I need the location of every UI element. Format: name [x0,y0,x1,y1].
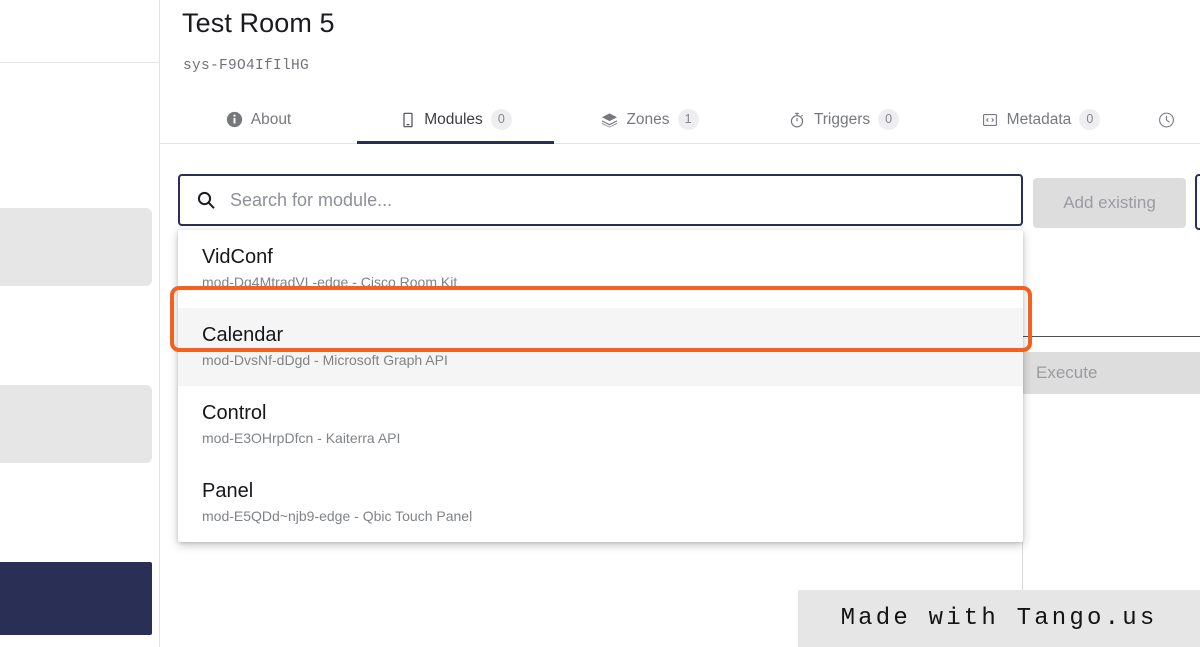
tablet-icon [399,111,416,128]
tab-metadata[interactable]: Metadata 0 [942,96,1140,144]
tab-label: About [250,110,292,128]
tab-badge: 1 [677,109,699,130]
info-icon [226,111,243,128]
tango-watermark-text: Made with Tango.us [840,605,1158,632]
tab-badge: 0 [1079,109,1101,130]
search-icon [196,190,216,210]
module-id: mod-E3OHrpDfcn - Kaiterra API [202,430,401,446]
history-icon [1158,111,1175,128]
add-existing-button[interactable]: Add existing [1033,178,1186,228]
execute-button[interactable]: Execute [1018,352,1200,394]
module-name: Panel [202,480,254,502]
tab-badge: 0 [878,109,900,130]
tab-triggers[interactable]: Triggers 0 [746,96,942,144]
left-sidebar [0,0,160,647]
app-root: Test Room 5 sys-F9O4IfIlHG About Modules… [0,0,1200,647]
tab-label: Triggers [813,110,871,128]
module-id: mod-Dq4MtradVL-edge - Cisco Room Kit [202,274,458,290]
list-item[interactable]: Control mod-E3OHrpDfcn - Kaiterra API [178,386,1023,464]
sidebar-divider [0,62,160,63]
system-id-text: sys-F9O4IfIlHG [183,58,310,74]
layers-icon [601,111,618,128]
tab-label: Metadata [1006,110,1072,128]
new-module-button-clipped[interactable] [1195,174,1200,230]
module-name: Calendar [202,324,284,346]
list-item[interactable]: VidConf mod-Dq4MtradVL-edge - Cisco Room… [178,230,1023,308]
main-panel: Test Room 5 sys-F9O4IfIlHG About Modules… [160,0,1200,647]
sidebar-list-item-placeholder[interactable] [0,385,152,463]
module-id: mod-DvsNf-dDgd - Microsoft Graph API [202,352,448,368]
tango-watermark: Made with Tango.us [798,590,1200,647]
tab-label: Zones [626,110,670,128]
module-name: VidConf [202,246,273,268]
search-input[interactable] [230,189,1005,211]
module-search-dropdown: VidConf mod-Dq4MtradVL-edge - Cisco Room… [178,230,1023,542]
module-name: Control [202,402,267,424]
list-item[interactable]: Panel mod-E5QDd~njb9-edge - Qbic Touch P… [178,464,1023,542]
tab-zones[interactable]: Zones 1 [554,96,746,144]
tab-bar: About Modules 0 Zones 1 Triggers 0 Metad… [160,96,1200,144]
stopwatch-icon [789,111,806,128]
list-item[interactable]: Calendar mod-DvsNf-dDgd - Microsoft Grap… [178,308,1023,386]
tab-label: Modules [424,110,483,128]
tab-modules[interactable]: Modules 0 [357,96,554,144]
tab-badge: 0 [490,109,512,130]
page-title: Test Room 5 [182,8,335,38]
module-id: mod-E5QDd~njb9-edge - Qbic Touch Panel [202,508,473,524]
search-row: Add existing [160,160,1200,240]
tab-about[interactable]: About [160,96,357,144]
sidebar-active-item[interactable] [0,562,152,635]
code-icon [982,111,999,128]
sidebar-list-item-placeholder[interactable] [0,208,152,286]
tab-history[interactable] [1140,96,1200,144]
panel-horizontal-divider [1022,336,1200,337]
module-search-field[interactable] [178,174,1023,226]
